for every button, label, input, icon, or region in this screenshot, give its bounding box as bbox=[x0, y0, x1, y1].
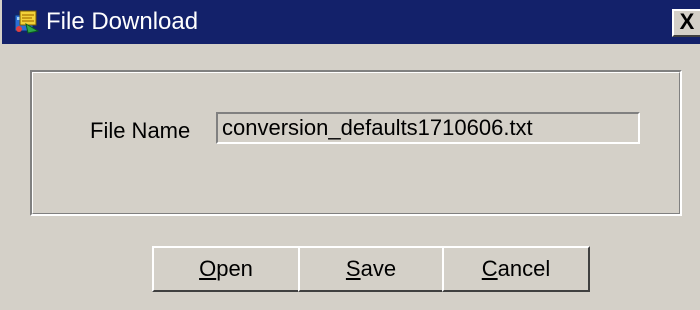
cancel-mnemonic: C bbox=[481, 256, 498, 281]
file-name-label: File Name bbox=[90, 118, 191, 143]
cancel-label: ancel bbox=[497, 256, 551, 281]
save-button[interactable]: Save bbox=[298, 246, 444, 292]
save-mnemonic: S bbox=[345, 256, 361, 281]
file-download-dialog: File Download X File Name Open Save Canc… bbox=[0, 0, 700, 310]
open-label: pen bbox=[216, 256, 253, 281]
close-icon: X bbox=[679, 9, 695, 34]
open-mnemonic: O bbox=[199, 256, 217, 281]
save-label: ave bbox=[360, 256, 397, 281]
cancel-button[interactable]: Cancel bbox=[442, 246, 590, 292]
file-name-field[interactable] bbox=[216, 112, 640, 144]
open-button[interactable]: Open bbox=[152, 246, 300, 292]
title-bar[interactable]: File Download X bbox=[2, 0, 700, 44]
window-title: File Download bbox=[46, 8, 199, 35]
download-app-icon bbox=[14, 10, 40, 34]
close-button[interactable]: X bbox=[672, 9, 700, 37]
